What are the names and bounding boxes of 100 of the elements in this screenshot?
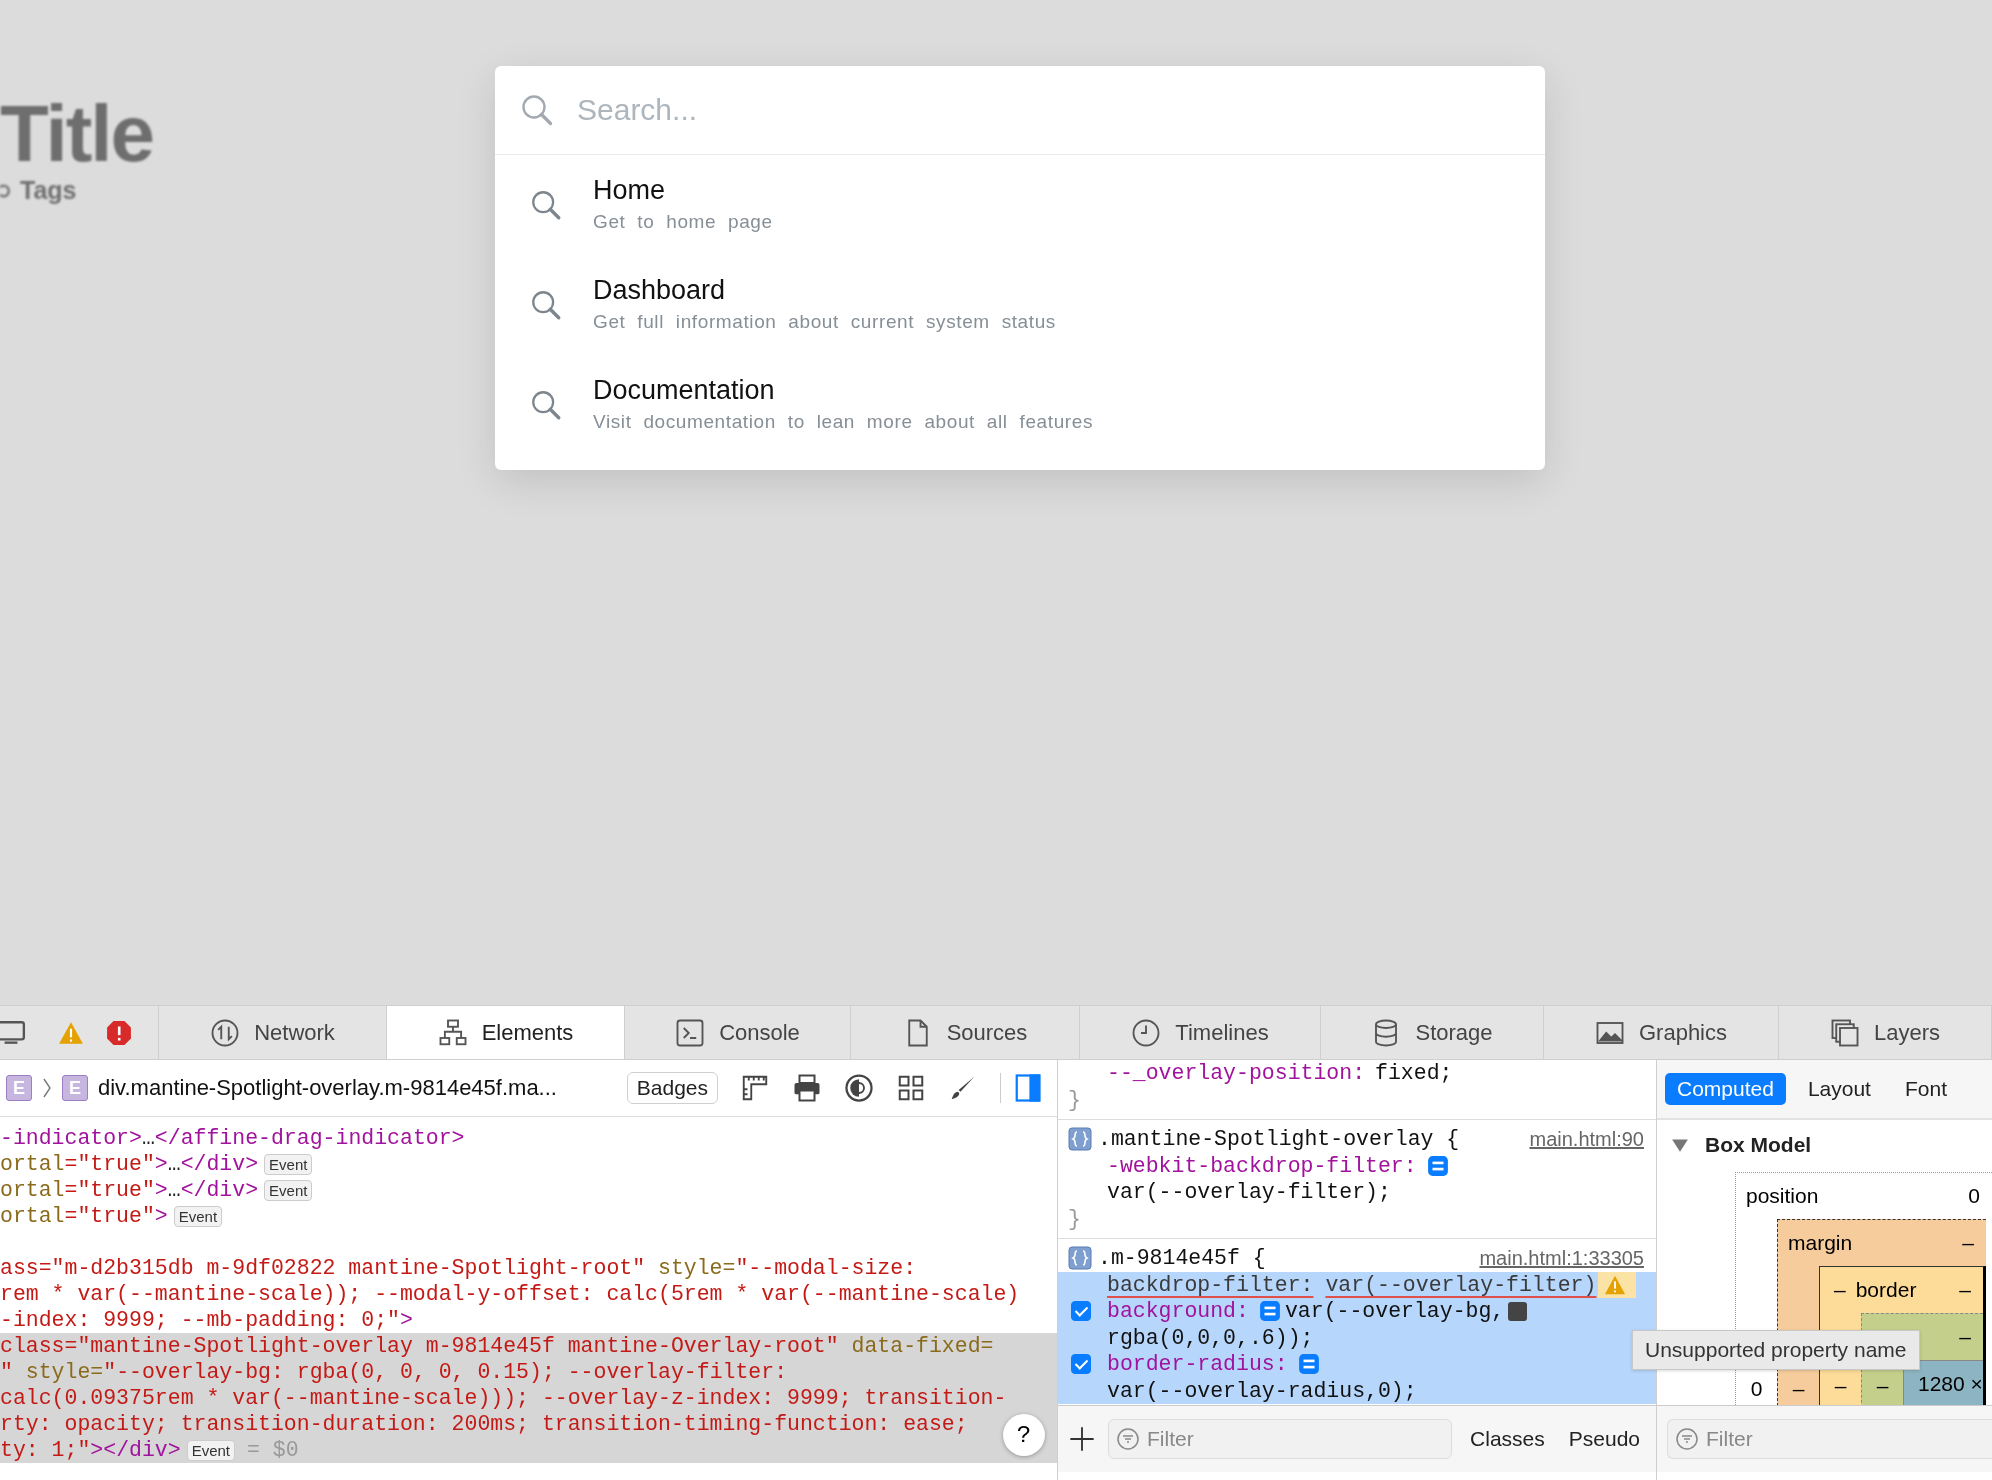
box-value: – [1833, 1373, 1848, 1399]
filter-icon [1116, 1427, 1140, 1451]
sidebar-tab[interactable]: Layout [1795, 1073, 1883, 1105]
css-property: background: [1107, 1298, 1249, 1325]
box-label: position [1745, 1184, 1820, 1208]
search-icon [529, 388, 563, 422]
code-line: ty: 1;"></div> [0, 1437, 181, 1463]
devtools-tab[interactable]: Timelines [1080, 1006, 1321, 1059]
action-description: Get full information about current system status [593, 310, 1056, 334]
event-badge[interactable]: Event [173, 1205, 223, 1227]
box-label: border [1854, 1278, 1918, 1302]
search-field[interactable]: Search... [575, 92, 1545, 128]
css-property: backdrop-filter: [1107, 1271, 1314, 1298]
box-value: – [1959, 1325, 1971, 1349]
error-icon[interactable] [106, 1019, 132, 1046]
console-icon [675, 1017, 706, 1048]
tags-label: Tags [20, 176, 77, 205]
action-title: Documentation [593, 374, 776, 407]
code-line: " style="--overlay-bg: rgba(0, 0, 0, 0.15); --overlay-filter: [0, 1359, 788, 1385]
color-swatch[interactable] [1508, 1301, 1528, 1321]
variable-icon[interactable] [1426, 1154, 1449, 1177]
add-icon[interactable] [1068, 1425, 1096, 1453]
box-value: – [1791, 1376, 1806, 1402]
css-value: rgba(0,0,0,.6)); [1107, 1324, 1314, 1351]
box-label: margin [1787, 1231, 1854, 1255]
box-value: – [1833, 1278, 1846, 1302]
toggle-button[interactable]: Classes [1464, 1427, 1551, 1451]
contrast-icon[interactable] [844, 1073, 874, 1103]
variable-icon[interactable] [1297, 1353, 1320, 1376]
css-property: --_overlay-position: [1107, 1060, 1366, 1087]
variable-icon[interactable] [1258, 1300, 1281, 1323]
property-checkbox[interactable] [1071, 1354, 1091, 1374]
code-line: ortal="true"> [0, 1203, 168, 1229]
css-value: var(--overlay-bg, [1284, 1298, 1505, 1325]
property-checkbox[interactable] [1071, 1301, 1091, 1321]
code-line: ortal="true">…</div> [0, 1177, 259, 1203]
css-value: var(--overlay-radius,0); [1107, 1377, 1417, 1404]
node-reference: = $0 [247, 1437, 299, 1463]
filter-field[interactable]: Filter [1667, 1419, 1992, 1459]
action-description: Visit documentation to lean more about all features [593, 410, 1093, 434]
spotlight-action[interactable]: Home Get to home page [495, 155, 1545, 255]
code-line: ass="m-d2b315db m-9df02822 mantine-Spotlight-root" style="--modal-size: [0, 1255, 917, 1281]
spotlight-action[interactable]: Documentation Visit documentation to lean more about all features [495, 355, 1545, 455]
breadcrumb-item[interactable]: div.mantine-Spotlight-overlay.m-9814e45f.ma... [98, 1075, 557, 1101]
css-value: var(--overlay-filter); [1107, 1179, 1391, 1206]
devtools-tab[interactable]: Sources [851, 1006, 1080, 1059]
code-line: class="mantine-Spotlight-overlay m-9814e45f mantine-Overlay-root" data-fixed= [0, 1333, 994, 1359]
action-title: Dashboard [593, 274, 727, 307]
tooltip: Unsupported property name [1632, 1330, 1920, 1370]
event-badge[interactable]: Event [264, 1179, 313, 1201]
ruler-icon[interactable] [740, 1073, 770, 1103]
code-line: -index: 9999; --mb-padding: 0;"> [0, 1307, 413, 1333]
css-property: -webkit-backdrop-filter: [1107, 1152, 1417, 1179]
filter-icon [1675, 1427, 1699, 1451]
page-title: Title [0, 92, 153, 176]
spotlight-action[interactable]: Dashboard Get full information about current system status [495, 255, 1545, 355]
code-line: -indicator>…</affine-drag-indicator> [0, 1125, 465, 1151]
clock-icon [1131, 1017, 1162, 1048]
css-value: fixed; [1375, 1060, 1453, 1087]
source-link[interactable]: main.html:1:33305 [1479, 1245, 1656, 1272]
chevron-icon [42, 1076, 52, 1100]
css-selector: .m-9814e45f { [1098, 1245, 1267, 1272]
search-icon [529, 188, 563, 222]
code-line: rty: opacity; transition-duration: 200ms; transition-timing-function: ease; [0, 1411, 968, 1437]
box-value: 0 [1749, 1376, 1764, 1402]
grid-icon[interactable] [896, 1073, 926, 1103]
sidebar-tab[interactable]: Computed [1665, 1073, 1786, 1105]
css-property: border-radius: [1107, 1351, 1288, 1378]
code-line: calc(0.09375rem * var(--mantine-scale))); --overlay-z-index: 9999; transition- [0, 1385, 1007, 1411]
devtools-tab[interactable]: Graphics [1544, 1006, 1779, 1059]
devtools-tab[interactable]: Elements [387, 1006, 625, 1059]
devtools-tab[interactable]: Console [625, 1006, 851, 1059]
content-size: 1280 × [1918, 1372, 1983, 1396]
sidebar-tab[interactable]: Font [1892, 1073, 1959, 1105]
event-badge[interactable]: Event [264, 1153, 313, 1175]
devtools-tab[interactable]: Storage [1321, 1006, 1544, 1059]
closing-brace: } [1067, 1086, 1082, 1113]
monitor-icon[interactable] [0, 1019, 26, 1046]
code-line: rem * var(--mantine-scale)); --modal-y-offset: calc(5rem * var(--mantine-scale) [0, 1281, 1020, 1307]
css-selector: .mantine-Spotlight-overlay { [1098, 1126, 1461, 1153]
box-value: – [1962, 1231, 1974, 1255]
box-value: – [1959, 1278, 1971, 1302]
section-title: Box Model [1705, 1133, 1812, 1157]
box-value: – [1875, 1373, 1890, 1399]
printer-icon[interactable] [792, 1073, 822, 1103]
layers-icon [1829, 1017, 1860, 1048]
search-icon [519, 92, 555, 128]
action-description: Get to home page [593, 210, 773, 234]
filter-field[interactable]: Filter [1108, 1419, 1453, 1459]
devtools-tab[interactable]: Layers [1779, 1006, 1992, 1059]
badges-button[interactable]: Badges [626, 1072, 718, 1104]
event-badge[interactable]: Event [186, 1439, 235, 1461]
source-link[interactable]: main.html:90 [1529, 1126, 1656, 1153]
box-value: 0 [1968, 1184, 1980, 1208]
css-value: var(--overlay-filter) [1325, 1271, 1597, 1298]
toggle-button[interactable]: Pseudo [1562, 1427, 1646, 1451]
network-icon [210, 1017, 241, 1048]
sidebar-toggle-icon[interactable] [1013, 1073, 1043, 1103]
disclosure-triangle-icon[interactable] [1671, 1136, 1689, 1154]
search-icon [529, 288, 563, 322]
